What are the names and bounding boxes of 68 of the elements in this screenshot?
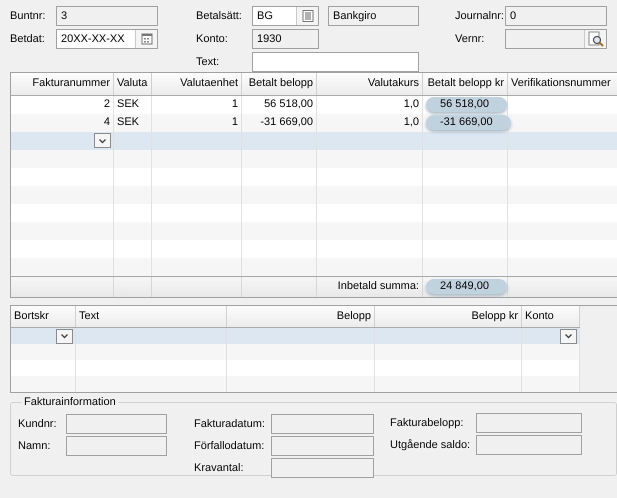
column-header[interactable]: Belopp kr (375, 306, 522, 327)
calendar-button[interactable] (135, 30, 157, 48)
field-label: Journalnr: (455, 10, 505, 22)
column-header[interactable]: Text (76, 306, 227, 327)
field-label: Text: (196, 56, 220, 68)
column-header[interactable]: Valutakurs (317, 73, 423, 95)
calendar-icon (140, 33, 152, 45)
dropdown-button[interactable] (56, 328, 73, 344)
table-cell: SEK (117, 116, 140, 128)
column-header[interactable]: Valutaenhet (152, 73, 242, 95)
column-header[interactable]: Valuta (114, 73, 152, 95)
highlighted-amount: -31 669,00 (426, 115, 511, 130)
table-cell: -31 669,00 (260, 116, 313, 128)
table-cell: 56 518,00 (264, 98, 313, 110)
column-header[interactable]: Fakturanummer (11, 73, 114, 95)
input-field[interactable]: 0 (505, 6, 607, 26)
caret-icon (98, 138, 107, 144)
field-label: Konto: (196, 33, 229, 45)
table-cell: 1,0 (404, 116, 419, 128)
input-field[interactable] (66, 414, 167, 434)
caret-icon (60, 333, 69, 340)
list-button[interactable] (296, 7, 318, 25)
input-field[interactable] (271, 458, 374, 478)
total-amount: 24 849,00 (426, 279, 507, 294)
input-field[interactable] (505, 29, 607, 49)
dropdown-button[interactable] (94, 133, 111, 148)
table-cell: 1 (232, 98, 238, 110)
total-label: Inbetald summa: (338, 280, 419, 292)
group-title: Fakturainformation (23, 396, 117, 408)
input-field[interactable] (476, 435, 582, 455)
input-field[interactable]: BG (252, 6, 319, 26)
column-header[interactable]: Belopp (227, 306, 375, 327)
column-header[interactable]: Betalt belopp (242, 73, 317, 95)
table-cell: 2 (104, 98, 110, 110)
search-button[interactable] (584, 30, 606, 48)
caret-icon (564, 333, 573, 340)
input-field[interactable]: 1930 (252, 29, 319, 49)
input-field[interactable]: Bankgiro (328, 6, 419, 26)
table-cell: 1 (232, 116, 238, 128)
field-label: Fakturabelopp: (390, 417, 464, 429)
table-cell: SEK (117, 98, 140, 110)
field-label: Förfallodatum: (194, 440, 266, 452)
field-label: Utgående saldo: (390, 439, 472, 451)
table-cell: 1,0 (404, 98, 419, 110)
input-field[interactable] (66, 436, 167, 456)
highlighted-amount: 56 518,00 (426, 97, 507, 112)
input-field[interactable] (271, 436, 374, 456)
table-cell: 4 (104, 116, 110, 128)
column-header[interactable]: Verifikationsnummer (508, 73, 617, 95)
field-label: Fakturadatum: (194, 418, 266, 430)
column-header[interactable]: Bortskr (11, 306, 76, 327)
field-label: Namn: (18, 440, 52, 452)
date-field[interactable]: 20XX-XX-XX (56, 29, 158, 49)
field-label: Kravantal: (194, 462, 245, 474)
field-label: Betalsätt: (196, 10, 243, 22)
field-label: Buntnr: (10, 10, 46, 22)
field-label: Kundnr: (18, 418, 58, 430)
column-header[interactable]: Konto (522, 306, 580, 327)
field-label: Betdat: (10, 33, 46, 45)
input-field[interactable] (271, 414, 374, 434)
search-icon (588, 31, 604, 47)
field-label: Vernr: (455, 33, 486, 45)
input-field[interactable] (252, 52, 419, 72)
input-field[interactable]: 3 (56, 6, 158, 26)
dropdown-button[interactable] (560, 328, 577, 344)
column-header[interactable]: Betalt belopp kr (423, 73, 508, 95)
list-icon (302, 10, 314, 22)
input-field[interactable] (476, 413, 582, 433)
